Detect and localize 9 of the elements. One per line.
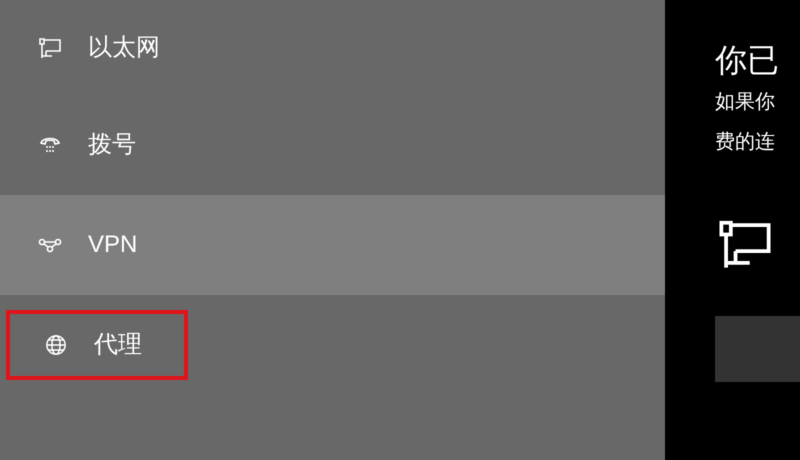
- sidebar-item[interactable]: 以太网: [0, 0, 665, 95]
- ethernet-icon: [38, 36, 62, 58]
- sidebar-item[interactable]: 拨号: [0, 95, 665, 195]
- page-title: 你已: [715, 41, 780, 80]
- description-text: 如果你 费的连: [715, 90, 776, 155]
- sidebar-item[interactable]: 代理: [6, 310, 188, 380]
- sidebar-item[interactable]: VPN: [0, 195, 665, 295]
- globe-icon: [44, 334, 68, 356]
- action-button[interactable]: [715, 316, 800, 382]
